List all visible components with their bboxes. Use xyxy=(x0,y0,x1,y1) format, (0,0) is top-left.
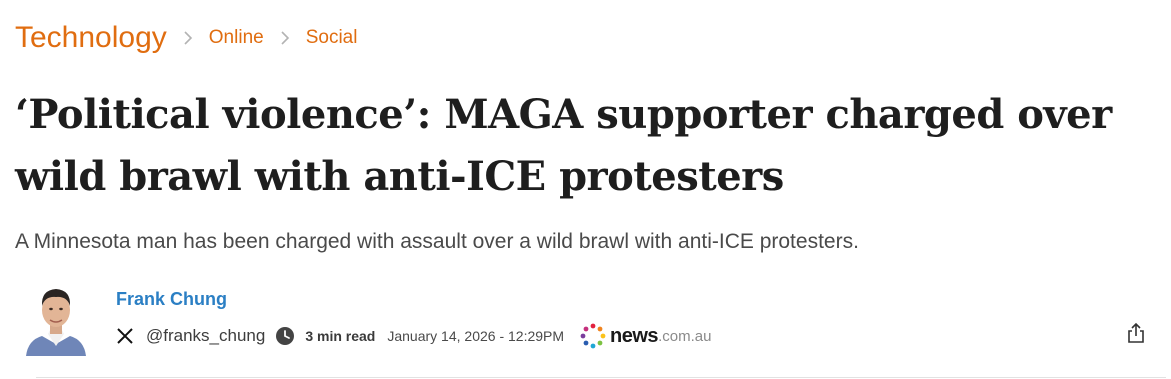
news-com-au-logo: news .com.au xyxy=(580,323,711,349)
breadcrumb-technology-link[interactable]: Technology xyxy=(15,20,167,56)
byline-meta: @franks_chung 3 min read January 14, 202… xyxy=(116,322,711,350)
breadcrumb-social-link[interactable]: Social xyxy=(306,20,358,56)
clock-icon xyxy=(276,327,295,345)
chevron-right-icon xyxy=(281,31,289,45)
x-logo-icon[interactable] xyxy=(116,327,134,345)
breadcrumb: Technology Online Social xyxy=(15,20,357,56)
news-dots-icon xyxy=(580,323,606,349)
author-name-link[interactable]: Frank Chung xyxy=(116,288,227,310)
author-handle[interactable]: @franks_chung xyxy=(146,326,265,346)
article-headline: ‘Political violence’: MAGA supporter cha… xyxy=(15,91,1112,200)
breadcrumb-online-link[interactable]: Online xyxy=(209,20,264,56)
logo-wordmark: news xyxy=(610,324,659,347)
section-divider xyxy=(36,377,1166,378)
logo-domain-suffix: .com.au xyxy=(658,327,712,345)
publish-date: January 14, 2026 - 12:29PM xyxy=(387,328,565,344)
read-time: 3 min read xyxy=(305,328,376,344)
chevron-right-icon xyxy=(184,31,192,45)
share-icon[interactable] xyxy=(1126,322,1146,344)
author-avatar[interactable] xyxy=(26,278,86,356)
article-standfirst: A Minnesota man has been charged with as… xyxy=(15,230,859,253)
